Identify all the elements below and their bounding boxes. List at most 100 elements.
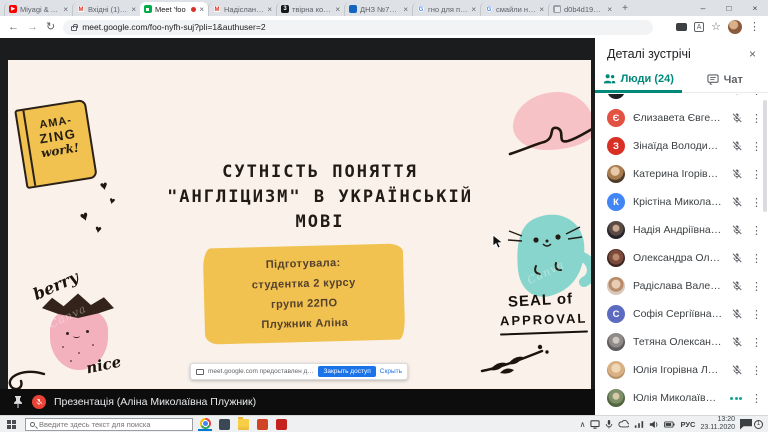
taskbar-app-powerpoint[interactable] bbox=[255, 418, 269, 431]
start-button[interactable] bbox=[7, 420, 16, 429]
mic-off-icon[interactable] bbox=[731, 196, 743, 208]
tab-meet-active[interactable]: Meet 'foo × bbox=[140, 2, 208, 16]
mic-off-icon[interactable] bbox=[731, 224, 743, 236]
language-indicator[interactable]: РУС bbox=[680, 420, 695, 429]
participant-menu-icon[interactable]: ⋮ bbox=[751, 336, 759, 349]
participant-row: Радіслава Валеріївна ... ⋮ bbox=[595, 272, 768, 300]
avatar bbox=[607, 165, 625, 183]
stop-sharing-button[interactable]: Закрыть доступ bbox=[318, 366, 375, 377]
mic-off-icon[interactable] bbox=[731, 94, 743, 96]
tab-google-search-1[interactable]: G гно для презе × bbox=[412, 2, 480, 16]
taskbar-search[interactable] bbox=[25, 418, 193, 431]
meet-icon bbox=[144, 5, 152, 13]
participant-row: Є Єлизавета Євгенівна ... ⋮ bbox=[595, 104, 768, 132]
tab-gmail-sent[interactable]: M Надіслані - yu × bbox=[208, 2, 276, 16]
taskbar-clock[interactable]: 13:20 23.11.2020 bbox=[700, 416, 735, 432]
reload-icon[interactable]: ↻ bbox=[46, 22, 55, 33]
tray-mic-icon[interactable] bbox=[605, 419, 613, 429]
participant-menu-icon[interactable]: ⋮ bbox=[751, 94, 759, 97]
tab-people[interactable]: Люди (24) bbox=[595, 67, 682, 93]
participant-menu-icon[interactable]: ⋮ bbox=[751, 112, 759, 125]
mic-off-icon[interactable] bbox=[731, 280, 743, 292]
participant-menu-icon[interactable]: ⋮ bbox=[751, 140, 759, 153]
tab-image-file[interactable]: d0b4d196d194 × bbox=[548, 2, 616, 16]
avatar bbox=[607, 333, 625, 351]
meet-page: AMA- ZING work! ♥ ♥ ♥ ♥ СУТНІСТЬ ПОНЯТТЯ… bbox=[0, 38, 768, 415]
tab-gmail-inbox[interactable]: M Вхідні (1) - pon × bbox=[72, 2, 140, 16]
participant-menu-icon[interactable]: ⋮ bbox=[751, 364, 759, 377]
tab-close-icon[interactable]: × bbox=[471, 5, 476, 14]
profile-avatar[interactable] bbox=[728, 20, 742, 34]
avatar bbox=[607, 221, 625, 239]
tray-chevron-icon[interactable]: ∧ bbox=[580, 420, 586, 429]
minimize-button[interactable]: – bbox=[690, 0, 716, 16]
bookmark-star-icon[interactable]: ☆ bbox=[711, 22, 721, 33]
taskbar-app-chrome[interactable] bbox=[198, 418, 212, 431]
participant-row: ⋮ bbox=[595, 94, 768, 104]
display-icon[interactable] bbox=[590, 420, 600, 429]
pin-icon[interactable] bbox=[12, 395, 24, 409]
participant-menu-icon[interactable]: ⋮ bbox=[751, 392, 759, 405]
participant-menu-icon[interactable]: ⋮ bbox=[751, 280, 759, 293]
mic-off-icon[interactable] bbox=[731, 252, 743, 264]
action-center-icon[interactable] bbox=[740, 419, 752, 430]
presentation-slide: AMA- ZING work! ♥ ♥ ♥ ♥ СУТНІСТЬ ПОНЯТТЯ… bbox=[8, 60, 591, 389]
tab-chat[interactable]: Чат bbox=[682, 67, 768, 92]
tab-close-icon[interactable]: × bbox=[199, 5, 204, 14]
slide-title-line: МОВІ bbox=[134, 210, 506, 235]
search-input[interactable] bbox=[39, 420, 188, 429]
cloud-icon[interactable] bbox=[618, 420, 629, 428]
avatar bbox=[607, 249, 625, 267]
mic-off-icon[interactable] bbox=[731, 364, 743, 376]
mic-off-icon[interactable] bbox=[731, 112, 743, 124]
flourish-doodle bbox=[8, 366, 46, 389]
strawberry-smile bbox=[73, 334, 80, 338]
forward-icon[interactable]: → bbox=[27, 22, 38, 33]
tab-youtube[interactable]: ▶ Miyagi & Andy × bbox=[4, 2, 72, 16]
tab-dnz[interactable]: ДНЗ №71 - Ан × bbox=[344, 2, 412, 16]
tab-close-icon[interactable]: × bbox=[607, 5, 612, 14]
windows-taskbar: ∧ РУС 13:20 23.11.2020 1 bbox=[0, 415, 768, 432]
mic-off-icon[interactable] bbox=[731, 168, 743, 180]
taskbar-app-red[interactable] bbox=[274, 418, 288, 431]
mic-off-icon[interactable] bbox=[731, 336, 743, 348]
hide-toast-link[interactable]: Скрыть bbox=[380, 368, 402, 375]
tab-close-icon[interactable]: × bbox=[335, 5, 340, 14]
browser-menu-icon[interactable]: ⋮ bbox=[749, 22, 760, 33]
tab-close-icon[interactable]: × bbox=[403, 5, 408, 14]
tab-close-icon[interactable]: × bbox=[131, 5, 136, 14]
clock-date: 23.11.2020 bbox=[700, 424, 735, 432]
tab-google-search-2[interactable]: G смайли на уро × bbox=[480, 2, 548, 16]
tab-close-icon[interactable]: × bbox=[267, 5, 272, 14]
strawberry-eye bbox=[66, 332, 69, 335]
translate-icon[interactable]: A bbox=[694, 22, 704, 32]
tab-close-icon[interactable]: × bbox=[63, 5, 68, 14]
new-tab-button[interactable]: + bbox=[616, 2, 634, 16]
participant-menu-icon[interactable]: ⋮ bbox=[751, 252, 759, 265]
participant-menu-icon[interactable]: ⋮ bbox=[751, 168, 759, 181]
battery-icon[interactable] bbox=[664, 421, 675, 428]
network-icon[interactable] bbox=[634, 420, 644, 429]
taskbar-app-explorer[interactable] bbox=[236, 418, 250, 431]
maximize-button[interactable]: □ bbox=[716, 0, 742, 16]
panel-scrollbar[interactable] bbox=[763, 100, 767, 212]
speaking-indicator-icon bbox=[729, 397, 743, 400]
extension-icon[interactable] bbox=[676, 23, 687, 31]
participant-name: Олександра Олексан... bbox=[633, 252, 723, 264]
gmail-icon: M bbox=[77, 5, 85, 13]
taskbar-app-dark[interactable] bbox=[217, 418, 231, 431]
tab-title: Вхідні (1) - pon bbox=[88, 5, 128, 14]
back-icon[interactable]: ← bbox=[8, 22, 19, 33]
mic-off-icon[interactable] bbox=[731, 140, 743, 152]
participant-menu-icon[interactable]: ⋮ bbox=[751, 224, 759, 237]
participant-menu-icon[interactable]: ⋮ bbox=[751, 308, 759, 321]
participant-menu-icon[interactable]: ⋮ bbox=[751, 196, 759, 209]
notification-badge: 1 bbox=[754, 420, 763, 429]
tab-video[interactable]: 3 твірна конуса × bbox=[276, 2, 344, 16]
volume-icon[interactable] bbox=[649, 420, 659, 429]
mic-off-icon[interactable] bbox=[731, 308, 743, 320]
address-bar[interactable]: meet.google.com/foo-nyfh-suj?pli=1&authu… bbox=[63, 20, 653, 35]
tab-close-icon[interactable]: × bbox=[539, 5, 544, 14]
panel-close-icon[interactable]: × bbox=[749, 47, 756, 61]
window-close-button[interactable]: × bbox=[742, 0, 768, 16]
